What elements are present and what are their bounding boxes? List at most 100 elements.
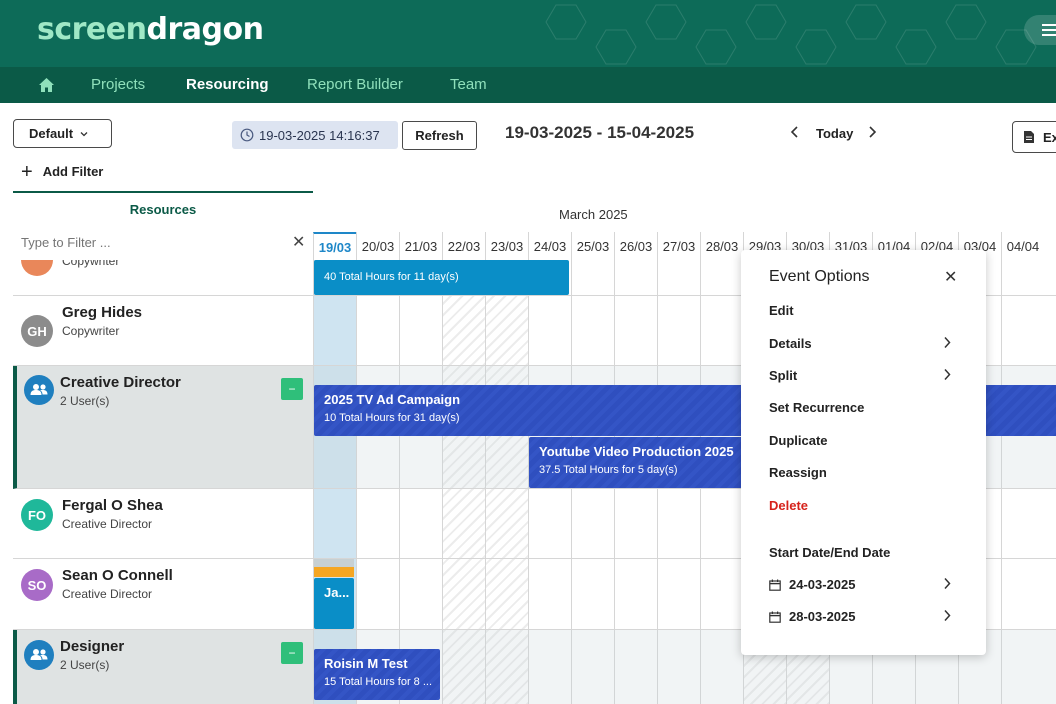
brand-bar: screendragon [0, 0, 1056, 67]
day-header: 25/03 [571, 232, 614, 260]
add-filter-button[interactable]: + Add Filter [21, 160, 104, 183]
group-name: Designer [60, 638, 125, 655]
hamburger-icon [1042, 24, 1056, 36]
resource-list: Copywriter GH Greg Hides Copywriter Crea… [13, 260, 313, 704]
chevron-left-icon[interactable] [789, 124, 801, 140]
nav-team[interactable]: Team [450, 76, 487, 93]
event-hours: 40 Total Hours for 11 day(s) [324, 271, 459, 283]
hex-pattern [545, 4, 1037, 65]
option-details[interactable]: Details [769, 336, 812, 351]
day-header: 22/03 [442, 232, 485, 260]
event-title: Youtube Video Production 2025 [539, 444, 734, 459]
nav-resourcing[interactable]: Resourcing [186, 76, 269, 93]
resource-role: Creative Director [62, 587, 153, 601]
resource-row-greg-hides[interactable]: GH Greg Hides Copywriter [13, 296, 313, 366]
resource-row-sean-o-connell[interactable]: SO Sean O Connell Creative Director [13, 559, 313, 630]
clear-filter-icon[interactable]: ✕ [292, 232, 305, 252]
option-delete[interactable]: Delete [769, 498, 808, 513]
resource-row[interactable]: Copywriter [13, 260, 313, 296]
option-edit[interactable]: Edit [769, 303, 794, 318]
option-duplicate[interactable]: Duplicate [769, 433, 828, 448]
chevron-right-icon[interactable] [943, 609, 951, 622]
avatar: SO [21, 569, 53, 601]
refresh-button[interactable]: Refresh [402, 121, 477, 150]
day-header: 19/03 [313, 232, 356, 260]
start-date-value: 24-03-2025 [789, 577, 856, 592]
end-date-picker[interactable]: 28-03-2025 [769, 609, 856, 624]
chevron-right-icon[interactable] [866, 124, 878, 140]
close-icon[interactable]: ✕ [944, 267, 957, 287]
date-section-label: Start Date/End Date [769, 545, 891, 560]
view-select-button[interactable]: Default [13, 119, 112, 148]
avatar [21, 260, 53, 276]
event-options-popup: Event Options ✕ Edit Details Split Set R… [741, 250, 986, 655]
resource-role: Creative Director [62, 517, 153, 531]
main-nav: Projects Resourcing Report Builder Team [0, 67, 1056, 103]
group-user-count: 2 User(s) [60, 394, 110, 408]
resource-row-fergal-o-shea[interactable]: FO Fergal O Shea Creative Director [13, 489, 313, 559]
resource-group-creative-director[interactable]: Creative Director 2 User(s) − [13, 366, 313, 489]
event-title: Roisin M Test [324, 656, 408, 671]
group-users-icon [24, 640, 54, 670]
logo-text-part2: dragon [146, 12, 264, 47]
day-header: 24/03 [528, 232, 571, 260]
collapse-group-button[interactable]: − [281, 642, 303, 664]
end-date-value: 28-03-2025 [789, 609, 856, 624]
nav-projects[interactable]: Projects [91, 76, 145, 93]
collapse-group-button[interactable]: − [281, 378, 303, 400]
group-name: Creative Director [60, 374, 181, 391]
resource-filter-input[interactable] [21, 235, 271, 250]
chevron-right-icon[interactable] [943, 368, 951, 381]
chevron-right-icon[interactable] [943, 577, 951, 590]
timestamp-text: 19-03-2025 14:16:37 [259, 127, 380, 143]
event-ja[interactable]: Ja... [314, 578, 354, 629]
day-header: 28/03 [700, 232, 743, 260]
home-icon[interactable] [38, 77, 55, 93]
export-button[interactable]: Export [1012, 121, 1056, 153]
start-date-picker[interactable]: 24-03-2025 [769, 577, 856, 592]
chevron-right-icon[interactable] [943, 336, 951, 349]
day-header: 26/03 [614, 232, 657, 260]
option-set-recurrence[interactable]: Set Recurrence [769, 400, 864, 415]
document-icon [1024, 131, 1034, 143]
resource-role: Copywriter [62, 324, 120, 338]
today-button[interactable]: Today [816, 126, 853, 141]
option-split[interactable]: Split [769, 368, 797, 383]
chevron-down-icon [80, 131, 88, 136]
hamburger-menu-button[interactable] [1024, 15, 1056, 45]
group-user-count: 2 User(s) [60, 658, 110, 672]
option-reassign[interactable]: Reassign [769, 465, 827, 480]
group-users-icon [24, 375, 54, 405]
plus-icon: + [21, 160, 33, 183]
event-hours: 15 Total Hours for 8 ... [324, 676, 433, 688]
nav-report-builder[interactable]: Report Builder [307, 76, 403, 93]
resource-name: Fergal O Shea [62, 497, 163, 514]
logo-text-part1: screen [37, 12, 147, 47]
event-title: Ja... [324, 585, 350, 600]
clock-icon [240, 128, 254, 142]
event-orange-marker[interactable] [314, 567, 354, 577]
avatar: FO [21, 499, 53, 531]
resource-name: Greg Hides [62, 304, 143, 321]
event-roisin-m-test[interactable]: Roisin M Test 15 Total Hours for 8 ... [314, 649, 440, 700]
popup-title: Event Options [769, 268, 870, 285]
event-hours: 37.5 Total Hours for 5 day(s) [539, 464, 678, 476]
resource-group-designer[interactable]: Designer 2 User(s) − [13, 630, 313, 704]
event-youtube-video-production[interactable]: Youtube Video Production 2025 37.5 Total… [529, 437, 769, 488]
add-filter-label: Add Filter [42, 164, 104, 179]
event-copywriter-task[interactable]: 40 Total Hours for 11 day(s) [314, 260, 569, 295]
month-label: March 2025 [559, 207, 628, 222]
day-header: 20/03 [356, 232, 399, 260]
resources-title: Resources [129, 202, 197, 217]
screendragon-logo[interactable]: screendragon [37, 12, 264, 47]
event-top-strip [314, 559, 354, 567]
calendar-icon [769, 579, 781, 591]
calendar-icon [769, 611, 781, 623]
resource-role: Copywriter [62, 260, 120, 268]
date-range-title: 19-03-2025 - 15-04-2025 [505, 123, 695, 142]
day-header: 21/03 [399, 232, 442, 260]
day-header: 27/03 [657, 232, 700, 260]
day-header: 23/03 [485, 232, 528, 260]
export-label: Export [1043, 129, 1056, 145]
last-refreshed-timestamp: 19-03-2025 14:16:37 [232, 121, 398, 149]
